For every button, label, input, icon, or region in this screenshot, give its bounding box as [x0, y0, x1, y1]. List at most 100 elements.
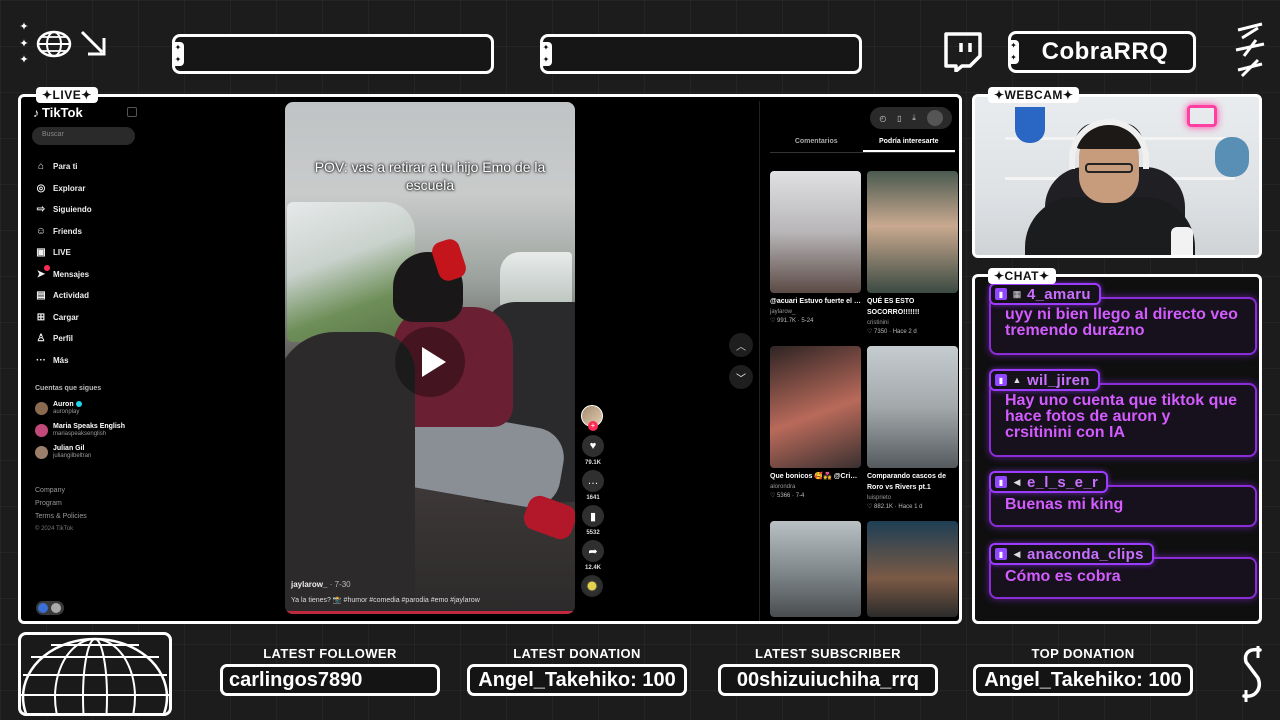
save-count: 5532	[586, 530, 600, 536]
search-input[interactable]: Buscar	[32, 127, 135, 145]
tab-podria-interesarte[interactable]: Podría interesarte	[862, 133, 955, 152]
following-item[interactable]: Maria Speaks English mariaspeaksenglish	[35, 423, 147, 438]
channel-name-panel: ✦ ✦ CobraRRQ	[1008, 31, 1196, 73]
chevron-up-icon[interactable]: ︿	[729, 333, 753, 357]
recommendations-panel: ◴ ▯ ⤓ Comentarios Podría interesarte @ac…	[759, 101, 959, 621]
footer-link-company[interactable]: Company	[35, 484, 87, 497]
nav-item-para-ti[interactable]: ⌂ Para ti	[35, 156, 145, 178]
video-card[interactable]: Comparando cascos de Roro vs Rivers pt.1…	[867, 346, 958, 512]
nav-item-cargar[interactable]: ⊞ Cargar	[35, 307, 145, 329]
comment-count: 1641	[586, 495, 600, 501]
speaker-badge-icon: ◀	[1013, 548, 1021, 559]
music-disc-icon[interactable]	[581, 575, 603, 597]
video-author[interactable]: jaylarow_ · 7-30	[291, 580, 351, 589]
sparkle-decoration: ✦ ✦ ✦	[16, 22, 32, 66]
phone-icon[interactable]: ▯	[897, 114, 901, 123]
nav-label: Actividad	[53, 291, 90, 301]
card-stats: ♡ 882.1K · Hace 1 d	[867, 504, 923, 510]
sparkle-icon: ✦	[19, 21, 29, 33]
following-item[interactable]: Julian Gil juliangilbeltran	[35, 445, 147, 460]
stat-value: Angel_Takehiko: 100	[467, 664, 687, 696]
twitch-badge-icon: ▮	[995, 374, 1007, 386]
twitch-badge-icon: ▮	[995, 288, 1007, 300]
following-name: Julian Gil	[53, 445, 85, 452]
app-toggle[interactable]	[36, 601, 64, 615]
chat-bubble: Hay uno cuenta que tiktok que hace fotos…	[989, 383, 1257, 457]
share-icon[interactable]: ➦	[582, 540, 604, 562]
tiktok-logo[interactable]: ♪ TikTok	[33, 105, 83, 120]
footer-link-terms[interactable]: Terms & Policies	[35, 510, 87, 523]
webcam-label: ✦WEBCAM✦	[988, 87, 1080, 103]
chat-frame: uyy ni bien llego al directo veo tremend…	[972, 274, 1262, 624]
video-progress-bar[interactable]	[285, 611, 575, 614]
video-nav: ︿ ﹀	[729, 333, 753, 397]
avatar[interactable]	[926, 110, 943, 126]
collapse-sidebar-icon[interactable]	[127, 107, 137, 117]
following-handle: juliangilbeltran	[53, 453, 92, 459]
stat-label: LATEST SUBSCRIBER	[755, 646, 901, 661]
nav-item-siguiendo[interactable]: ⇨ Siguiendo	[35, 199, 145, 221]
action-rail: ♥ 79.1K … 1641 ▮ 5532 ➦ 12.4K	[581, 405, 605, 597]
nav-item-mensajes[interactable]: ➤ Mensajes	[35, 264, 145, 286]
nav-item-mas[interactable]: ··· Más	[35, 350, 145, 372]
chat-user: ▮ ◀ anaconda_clips	[989, 543, 1154, 565]
twitch-logo-icon	[944, 32, 982, 72]
panel-notch: ✦ ✦	[172, 42, 184, 66]
video-card[interactable]: @acuari Estuvo fuerte el cringe 🗿 si o n…	[770, 171, 861, 326]
heart-icon[interactable]: ♥	[582, 435, 604, 457]
play-icon[interactable]	[395, 327, 465, 397]
chat-text: Buenas mi king	[1005, 496, 1124, 513]
tiktok-footer: Company Program Terms & Policies © 2024 …	[35, 484, 87, 536]
video-thumbnail	[867, 171, 958, 293]
video-caption: POV: vas a retirar a tu hijo Emo de la e…	[314, 159, 546, 193]
toolbar: ◴ ▯ ⤓	[870, 107, 952, 129]
card-title: Que bonicos 🥰💑 @Cristinini @Auron...	[770, 473, 861, 480]
like-count: 79.1K	[584, 460, 601, 466]
webcam-scene	[1187, 105, 1217, 127]
timer-icon[interactable]: ◴	[879, 114, 886, 123]
nav-item-actividad[interactable]: ▤ Actividad	[35, 285, 145, 307]
panel-notch: ✦ ✦	[1008, 40, 1019, 64]
video-date: · 7-30	[329, 580, 351, 589]
comment-icon[interactable]: …	[582, 470, 604, 492]
creator-avatar[interactable]	[581, 405, 603, 431]
twitch-badge-icon: ▮	[995, 476, 1007, 488]
activity-icon: ▤	[36, 290, 46, 302]
bookmark-icon[interactable]: ▮	[582, 505, 604, 527]
nav-label: Friends	[53, 226, 82, 236]
latest-subscriber: LATEST SUBSCRIBER 00shizuiuchiha_rrq	[718, 646, 938, 696]
download-icon[interactable]: ⤓	[912, 113, 916, 123]
video-player[interactable]: POV: vas a retirar a tu hijo Emo de la e…	[285, 102, 575, 614]
following-item[interactable]: Auron auronplay	[35, 401, 147, 416]
twitch-badge-icon: ▮	[995, 548, 1007, 560]
video-card[interactable]: Que bonicos 🥰💑 @Cristinini @Auron... alo…	[770, 346, 861, 501]
following-name: Auron	[53, 401, 74, 408]
video-card[interactable]	[770, 521, 861, 617]
webcam-scene	[1015, 107, 1045, 143]
notification-dot	[44, 265, 50, 272]
tab-comentarios[interactable]: Comentarios	[770, 133, 863, 152]
card-stats: ♡ 991.7K · 5-24	[770, 318, 814, 324]
nav-item-live[interactable]: ▣ LIVE	[35, 242, 145, 264]
stat-value: Angel_Takehiko: 100	[973, 664, 1193, 696]
video-card[interactable]	[867, 521, 958, 617]
chat-user: ▮ ▦ 4_amaru	[989, 283, 1101, 305]
nav-item-explorar[interactable]: ◎ Explorar	[35, 178, 145, 200]
nav-item-friends[interactable]: ☺ Friends	[35, 221, 145, 243]
chat-bubble: uyy ni bien llego al directo veo tremend…	[989, 297, 1257, 355]
home-icon: ⌂	[37, 161, 45, 173]
avatar	[35, 424, 48, 437]
nav-item-perfil[interactable]: ♙ Perfil	[35, 328, 145, 350]
card-author: alorondra	[770, 484, 796, 490]
latest-donation: LATEST DONATION Angel_Takehiko: 100	[467, 646, 687, 696]
chevron-down-icon[interactable]: ﹀	[729, 365, 753, 389]
chat-text: Cómo es cobra	[1005, 568, 1121, 585]
webcam-scene	[1085, 163, 1133, 173]
card-author: luisprieto	[867, 495, 892, 501]
chat-text: Hay uno cuenta que tiktok que hace fotos…	[1005, 392, 1238, 441]
nav-label: LIVE	[53, 248, 71, 258]
stat-value: carlingos7890	[220, 664, 440, 696]
card-stats: ♡ 7350 · Hace 2 d	[867, 329, 917, 335]
video-card[interactable]: QUÉ ES ESTO SOCORRO!!!!!!! cristinini ♡ …	[867, 171, 958, 337]
footer-link-program[interactable]: Program	[35, 497, 87, 510]
